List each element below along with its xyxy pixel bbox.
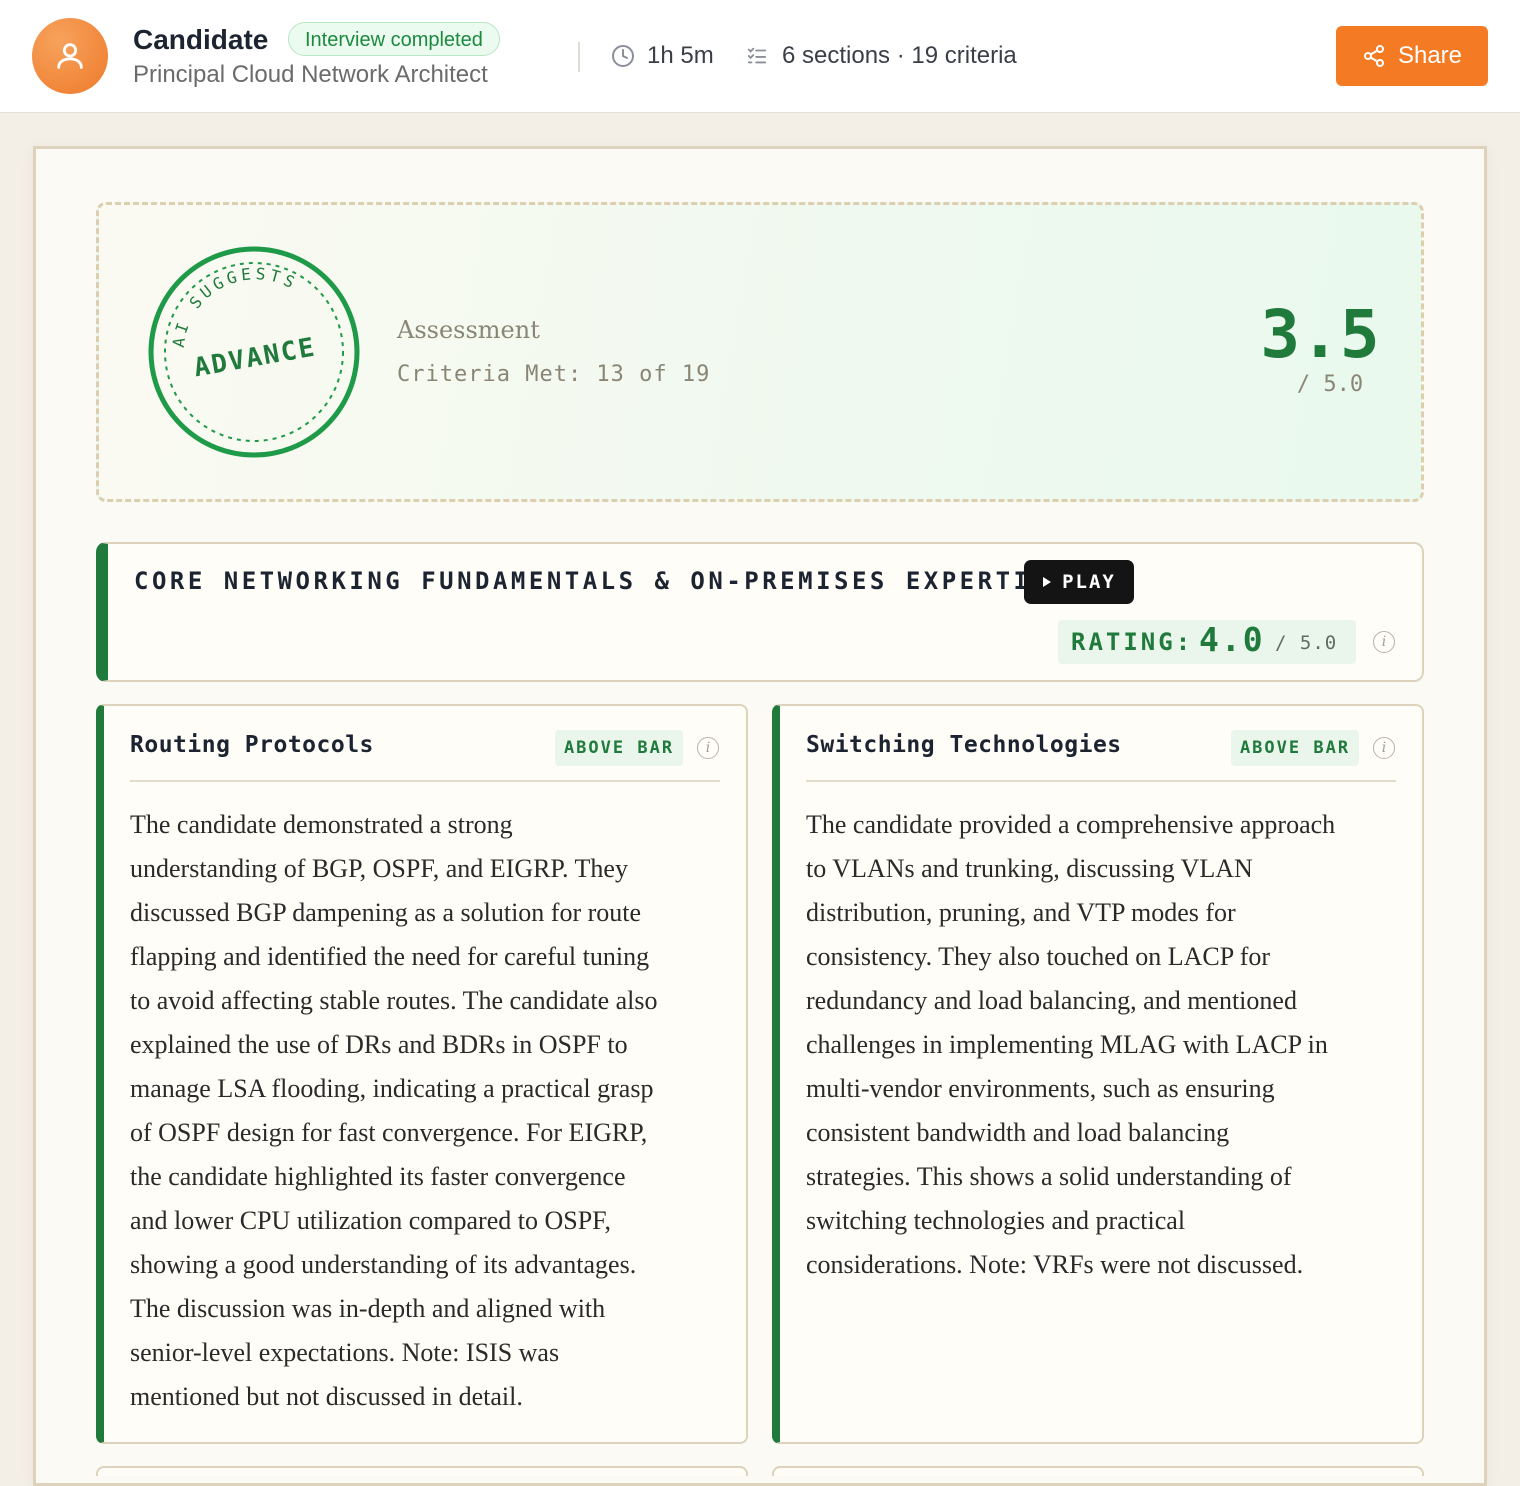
summary-line: switching technologies and practical [806, 1206, 1186, 1235]
next-criterion-card [772, 1466, 1424, 1476]
criterion-divider [806, 780, 1396, 782]
checklist-icon [747, 47, 767, 64]
interview-status-badge: Interview completed [288, 22, 500, 56]
criterion-info-icon[interactable]: i [1373, 737, 1395, 759]
overall-score-max: / 5.0 [1296, 372, 1364, 397]
summary-line: of OSPF design for fast convergence. For… [130, 1118, 648, 1147]
section-info-icon[interactable]: i [1373, 631, 1395, 653]
summary-line: multi-vendor environments, such as ensur… [806, 1074, 1275, 1103]
summary-line: distribution, pruning, and VTP modes for [806, 898, 1236, 927]
clock-icon [612, 45, 634, 67]
criterion-summary: The candidate provided a comprehensive a… [806, 803, 1335, 1287]
user-icon [57, 43, 83, 69]
candidate-name: Candidate [133, 24, 269, 55]
summary-line: The candidate provided a comprehensive a… [806, 810, 1336, 839]
summary-line: flapping and identified the need for car… [130, 942, 650, 971]
rating-label: RATING: [1071, 628, 1194, 656]
next-criterion-card [96, 1466, 748, 1476]
summary-line: to avoid affecting stable routes. The ca… [130, 986, 658, 1015]
summary-line: mentioned but not discussed in detail. [130, 1382, 523, 1411]
summary-line: and lower CPU utilization compared to OS… [130, 1206, 612, 1235]
criterion-divider [130, 780, 720, 782]
rating-max: / 5.0 [1275, 632, 1338, 654]
summary-line: senior-level expectations. Note: ISIS wa… [130, 1338, 560, 1367]
summary-line: consistency. They also touched on LACP f… [806, 942, 1271, 971]
sections-summary-text: 6 sections · 19 criteria [782, 42, 1017, 69]
summary-line: The discussion was in-depth and aligned … [130, 1294, 606, 1323]
section-rating: RATING: 4.0 / 5.0 [1058, 620, 1356, 664]
summary-line: consistent bandwidth and load balancing [806, 1118, 1230, 1147]
criteria-met: Criteria Met: 13 of 19 [397, 362, 711, 387]
criterion-badge: ABOVE BAR [1231, 730, 1359, 766]
criterion-summary: The candidate demonstrated a strong unde… [130, 803, 658, 1419]
summary-line: understanding of BGP, OSPF, and EIGRP. T… [130, 854, 628, 883]
play-button[interactable]: PLAY [1024, 560, 1134, 604]
assessment-label: Assessment [397, 316, 540, 344]
play-button-label: PLAY [1062, 571, 1116, 593]
criterion-title: Routing Protocols [130, 732, 374, 758]
rating-value: 4.0 [1199, 620, 1265, 659]
share-icon [1363, 45, 1384, 67]
sections-summary: 6 sections · 19 criteria [746, 42, 1017, 70]
summary-line: explained the use of DRs and BDRs in OSP… [130, 1030, 628, 1059]
share-button-label: Share [1397, 42, 1463, 69]
criterion-title: Switching Technologies [806, 732, 1122, 758]
interview-duration: 1h 5m [611, 42, 714, 70]
summary-line: challenges in implementing MLAG with LAC… [806, 1030, 1328, 1059]
share-button[interactable]: Share [1336, 26, 1488, 86]
summary-line: strategies. This shows a solid understan… [806, 1162, 1292, 1191]
summary-line: discussed BGP dampening as a solution fo… [130, 898, 642, 927]
duration-text: 1h 5m [647, 42, 714, 69]
section-title: CORE NETWORKING FUNDAMENTALS & ON-PREMIS… [134, 567, 1068, 595]
stamp-main-text: ADVANCE [192, 332, 319, 383]
summary-line: redundancy and load balancing, and menti… [806, 986, 1297, 1015]
summary-line: showing a good understanding of its adva… [130, 1250, 637, 1279]
summary-line: The candidate demonstrated a strong [130, 810, 513, 839]
summary-line: to VLANs and trunking, discussing VLAN [806, 854, 1253, 883]
play-icon [1043, 577, 1052, 587]
criterion-info-icon[interactable]: i [697, 737, 719, 759]
overall-score: 3.5 [1260, 296, 1380, 373]
summary-line: considerations. Note: VRFs were not disc… [806, 1250, 1304, 1279]
candidate-avatar [32, 18, 108, 94]
header-divider [578, 42, 580, 72]
criterion-badge: ABOVE BAR [555, 730, 683, 766]
summary-line: the candidate highlighted its faster con… [130, 1162, 626, 1191]
candidate-role: Principal Cloud Network Architect [133, 61, 488, 88]
summary-line: manage LSA flooding, indicating a practi… [130, 1074, 654, 1103]
ai-suggestion-stamp: AI SUGGESTS ADVANCE [148, 246, 360, 458]
